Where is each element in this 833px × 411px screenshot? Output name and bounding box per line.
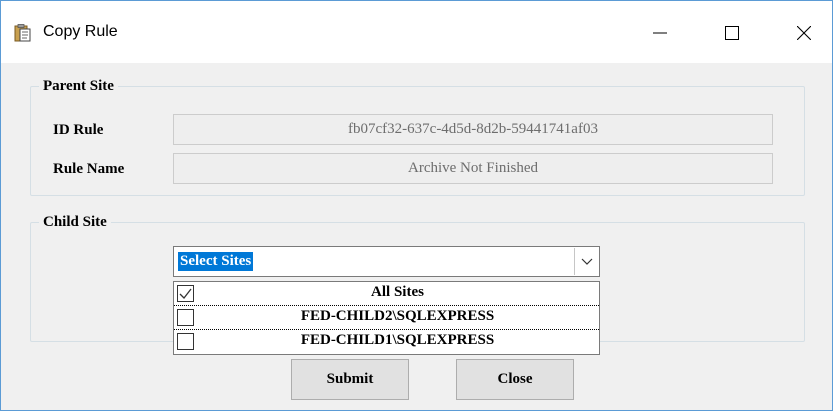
window-title: Copy Rule [43,23,118,40]
site-option-label: FED-CHILD1\SQLEXPRESS [300,332,495,348]
id-rule-field: fb07cf32-637c-4d5d-8d2b-59441741af03 [173,114,773,145]
copy-rule-window: Copy Rule Parent Site ID Rule fb07cf32-6… [0,0,833,411]
sites-select[interactable]: Select Sites [173,246,600,277]
rule-name-field: Archive Not Finished [173,153,773,184]
site-option-checkbox[interactable] [177,309,194,326]
site-option-child2[interactable]: FED-CHILD2\SQLEXPRESS [174,306,599,330]
maximize-button[interactable] [709,15,755,51]
site-option-all[interactable]: All Sites [174,282,599,306]
rule-name-label: Rule Name [53,161,125,177]
minimize-button[interactable] [637,15,683,51]
title-bar[interactable]: Copy Rule [1,1,832,63]
window-close-button[interactable] [781,15,827,51]
site-option-checkbox[interactable] [177,333,194,350]
close-button[interactable]: Close [456,359,574,400]
site-option-label: FED-CHILD2\SQLEXPRESS [300,308,495,324]
id-rule-label: ID Rule [53,122,104,138]
minimize-icon [653,32,667,34]
sites-dropdown-list: All Sites FED-CHILD2\SQLEXPRESS FED-CHIL… [173,281,600,355]
child-site-legend: Child Site [39,214,111,231]
site-option-checkbox[interactable] [177,285,194,302]
close-icon [797,26,811,40]
id-rule-value: fb07cf32-637c-4d5d-8d2b-59441741af03 [348,121,598,137]
submit-button[interactable]: Submit [291,359,409,400]
maximize-icon [725,26,739,40]
sites-select-value: Select Sites [178,252,254,271]
site-option-label: All Sites [371,284,424,300]
chevron-down-icon[interactable] [574,248,598,275]
clipboard-icon [13,24,31,42]
parent-site-legend: Parent Site [39,78,118,95]
rule-name-value: Archive Not Finished [408,160,538,176]
checkmark-icon [179,288,192,299]
site-option-child1[interactable]: FED-CHILD1\SQLEXPRESS [174,330,599,354]
